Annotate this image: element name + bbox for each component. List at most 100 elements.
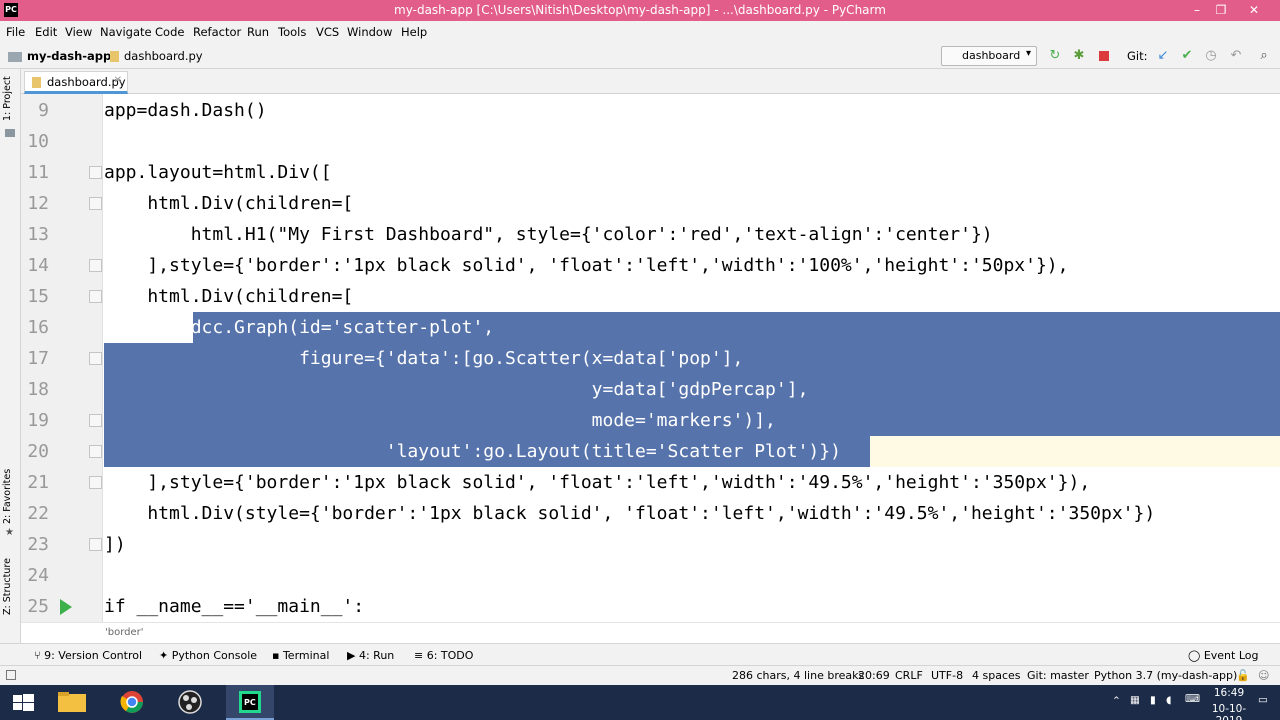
code-text[interactable]: mode='markers')], xyxy=(104,405,776,436)
pycharm-app[interactable]: PC xyxy=(226,685,274,720)
menu-navigate[interactable]: Navigate xyxy=(100,25,152,39)
chrome-app[interactable] xyxy=(108,685,156,720)
fold-marker-icon[interactable] xyxy=(89,538,102,551)
code-text[interactable]: ],style={'border':'1px black solid', 'fl… xyxy=(104,250,1068,281)
search-icon[interactable]: ⌕ xyxy=(1256,48,1272,64)
layout-icon[interactable] xyxy=(6,670,16,680)
menu-vcs[interactable]: VCS xyxy=(316,25,339,39)
volume-icon[interactable]: ◖ xyxy=(1166,694,1172,706)
run-config-select[interactable]: dashboard ▾ xyxy=(941,46,1037,66)
maximize-button[interactable]: ❐ xyxy=(1211,2,1231,18)
menu-help[interactable]: Help xyxy=(401,25,427,39)
debug-icon[interactable]: ✱ xyxy=(1071,48,1087,64)
python-interpreter[interactable]: Python 3.7 (my-dash-app) xyxy=(1094,669,1237,682)
menu-refactor[interactable]: Refactor xyxy=(193,25,241,39)
file-encoding[interactable]: UTF-8 xyxy=(931,669,963,682)
tab-favorites[interactable]: 2: Favorites xyxy=(2,469,13,524)
lock-icon[interactable]: 🔓 xyxy=(1236,669,1250,682)
cursor-position[interactable]: 20:69 xyxy=(858,669,890,682)
code-line: 25 if __name__=='__main__': xyxy=(21,591,1280,622)
code-text[interactable]: figure={'data':[go.Scatter(x=data['pop']… xyxy=(104,343,743,374)
menu-code[interactable]: Code xyxy=(155,25,184,39)
code-text[interactable]: y=data['gdpPercap'], xyxy=(104,374,809,405)
code-text[interactable]: html.Div(children=[ xyxy=(104,188,353,219)
obs-app[interactable] xyxy=(166,685,214,720)
line-number: 22 xyxy=(27,503,49,524)
left-tool-strip: 1: Project 2: Favorites ★ Z: Structure xyxy=(0,69,21,643)
taskbar: PC ⌃ ▦ ▮ ◖ ⌨ 16:49 10-10-2019 ▭ xyxy=(0,685,1280,720)
stop-icon[interactable] xyxy=(1096,48,1112,64)
code-text[interactable]: ],style={'border':'1px black solid', 'fl… xyxy=(104,467,1090,498)
fold-marker-icon[interactable] xyxy=(89,259,102,272)
revert-icon[interactable]: ↶ xyxy=(1228,48,1244,64)
code-text[interactable]: ]) xyxy=(104,529,126,560)
git-branch[interactable]: Git: master xyxy=(1027,669,1089,682)
close-tab-icon[interactable]: ✕ xyxy=(114,75,122,86)
svg-text:PC: PC xyxy=(244,698,256,707)
star-icon: ★ xyxy=(5,527,14,538)
run-gutter-icon[interactable] xyxy=(60,599,72,615)
indent-setting[interactable]: 4 spaces xyxy=(972,669,1021,682)
version-control-icon: ⑂ xyxy=(34,649,45,662)
event-log-label: Event Log xyxy=(1203,649,1259,662)
clock-date[interactable]: 10-10-2019 xyxy=(1204,703,1254,720)
git-update-icon[interactable]: ↙ xyxy=(1155,48,1171,64)
fold-marker-icon[interactable] xyxy=(89,414,102,427)
menu-run[interactable]: Run xyxy=(247,25,269,39)
code-text[interactable]: if __name__=='__main__': xyxy=(104,591,364,622)
network-icon[interactable]: ▦ xyxy=(1130,694,1140,706)
event-log-tab[interactable]: ◯ Event Log xyxy=(1188,649,1258,662)
fold-marker-icon[interactable] xyxy=(89,197,102,210)
face-icon[interactable]: ☺ xyxy=(1258,669,1269,682)
git-commit-icon[interactable]: ✔ xyxy=(1179,48,1195,64)
close-button[interactable]: ✕ xyxy=(1244,2,1264,18)
tray-chevron-icon[interactable]: ⌃ xyxy=(1112,695,1121,707)
clock-time[interactable]: 16:49 xyxy=(1204,687,1254,699)
fold-marker-icon[interactable] xyxy=(89,476,102,489)
history-icon[interactable]: ◷ xyxy=(1203,48,1219,64)
minimize-button[interactable]: – xyxy=(1187,2,1207,18)
python-console-tab[interactable]: ✦ Python Console xyxy=(159,649,257,662)
code-text[interactable]: app=dash.Dash() xyxy=(104,95,267,126)
code-text[interactable]: html.Div(style={'border':'1px black soli… xyxy=(104,498,1155,529)
run-label: 4: Run xyxy=(358,649,395,662)
run-tab[interactable]: ▶ 4: Run xyxy=(347,649,394,662)
run-config-label: dashboard xyxy=(962,49,1021,62)
terminal-tab[interactable]: ▪ Terminal xyxy=(272,649,329,662)
code-text[interactable]: html.H1("My First Dashboard", style={'co… xyxy=(104,219,993,250)
notifications-icon[interactable]: ▭ xyxy=(1258,694,1268,706)
tab-structure[interactable]: Z: Structure xyxy=(2,558,13,615)
todo-tab[interactable]: ≡ 6: TODO xyxy=(414,649,473,662)
menu-view[interactable]: View xyxy=(65,25,92,39)
breadcrumb-file[interactable]: dashboard.py xyxy=(124,49,203,63)
version-control-label: 9: Version Control xyxy=(44,649,143,662)
menu-tools[interactable]: Tools xyxy=(278,25,306,39)
menu-file[interactable]: File xyxy=(6,25,25,39)
breadcrumb-project[interactable]: my-dash-app xyxy=(27,49,111,63)
fold-marker-icon[interactable] xyxy=(89,290,102,303)
todo-label: 6: TODO xyxy=(426,649,474,662)
code-line: 21 ],style={'border':'1px black solid', … xyxy=(21,467,1280,498)
start-button[interactable] xyxy=(0,685,48,720)
version-control-tab[interactable]: ⑂ 9: Version Control xyxy=(34,649,142,662)
rerun-icon[interactable]: ↻ xyxy=(1047,48,1063,64)
battery-icon[interactable]: ▮ xyxy=(1150,694,1156,706)
hint-text: 'border' xyxy=(105,627,144,638)
file-explorer-app[interactable] xyxy=(48,685,96,720)
menu-edit[interactable]: Edit xyxy=(35,25,57,39)
fold-marker-icon[interactable] xyxy=(89,445,102,458)
code-text[interactable]: html.Div(children=[ xyxy=(104,281,353,312)
tab-dashboard-py[interactable]: dashboard.py ✕ xyxy=(24,71,128,94)
code-text[interactable]: 'layout':go.Layout(title='Scatter Plot')… xyxy=(104,436,841,467)
code-text[interactable]: dcc.Graph(id='scatter-plot', xyxy=(104,312,494,343)
code-editor[interactable]: 9 app=dash.Dash() 10 11 app.layout=html.… xyxy=(21,94,1280,622)
language-icon[interactable]: ⌨ xyxy=(1185,693,1200,705)
menu-window[interactable]: Window xyxy=(347,25,392,39)
fold-marker-icon[interactable] xyxy=(89,352,102,365)
code-text[interactable]: app.layout=html.Div([ xyxy=(104,157,332,188)
tab-project[interactable]: 1: Project xyxy=(2,76,13,121)
pycharm-icon: PC xyxy=(239,691,261,713)
fold-marker-icon[interactable] xyxy=(89,166,102,179)
code-line: 15 html.Div(children=[ xyxy=(21,281,1280,312)
line-separator[interactable]: CRLF xyxy=(895,669,923,682)
